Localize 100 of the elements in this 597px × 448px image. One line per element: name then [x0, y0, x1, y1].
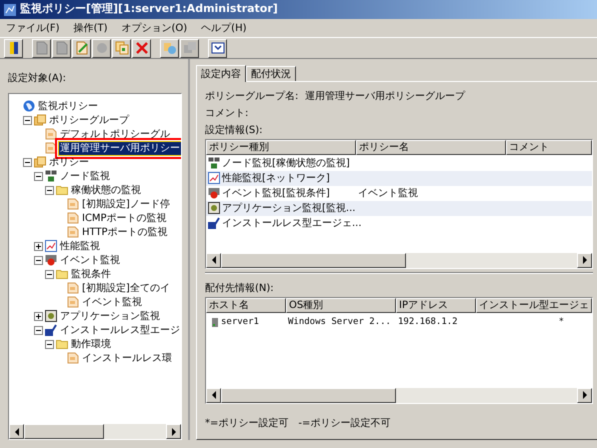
table-cell-text: イベント監視[監視条件]	[222, 186, 330, 201]
column-header[interactable]: コメント	[506, 140, 592, 155]
edit-pencil-icon	[74, 41, 88, 55]
stack-icon	[182, 41, 196, 55]
table-cell-text: ノード監視[稼働状態の監視]	[222, 156, 350, 171]
toolbar-button[interactable]	[208, 38, 227, 58]
document-icon	[67, 212, 79, 224]
horizontal-scrollbar[interactable]	[206, 252, 592, 268]
table-cell-text: アプリケーション監視[監視...	[222, 202, 356, 216]
document-icon	[67, 282, 79, 294]
toolbar-button[interactable]	[72, 38, 91, 58]
folder-icon	[56, 338, 68, 350]
collapse-icon[interactable]	[34, 256, 43, 264]
group-name-value: 運用管理サーバ用ポリシーグループ	[305, 90, 465, 104]
disc-icon	[94, 41, 108, 55]
tree-item[interactable]: ノード監視	[59, 170, 111, 182]
expand-icon[interactable]	[34, 312, 43, 320]
column-header[interactable]: ポリシー名	[356, 140, 506, 155]
table-cell-text: 192.168.1.2	[398, 316, 458, 329]
toolbar-button[interactable]	[132, 38, 151, 58]
document-icon	[45, 142, 57, 154]
menu-item[interactable]: ファイル(F)	[4, 20, 62, 36]
collapse-icon[interactable]	[23, 116, 32, 124]
folder-icon	[56, 268, 68, 280]
collapse-icon[interactable]	[45, 270, 54, 278]
tree-item[interactable]: 監視ポリシー	[37, 100, 99, 112]
policy-row[interactable]: 性能監視[ネットワーク]	[206, 170, 592, 186]
table-cell-text: *	[558, 316, 564, 329]
tree-item[interactable]: 運用管理サーバ用ポリシー	[59, 142, 181, 154]
legend-text: *=ポリシー設定可	[205, 416, 288, 431]
policy-row[interactable]: インストールレス型エージェ...	[206, 216, 592, 231]
server-icon	[212, 318, 218, 328]
group-name-label: ポリシーグループ名:	[205, 90, 300, 104]
tree-label: 設定対象(A):	[8, 72, 68, 86]
toolbar-button[interactable]	[160, 38, 179, 58]
settings-label: 設定情報(S):	[205, 124, 264, 138]
tree-item[interactable]: 動作環境	[70, 338, 112, 350]
tree-item[interactable]: HTTPポートの監視	[81, 226, 169, 238]
menu-item[interactable]: オプション(O)	[119, 20, 190, 36]
tree-item[interactable]: アプリケーション監視	[59, 310, 161, 322]
collapse-icon[interactable]	[34, 172, 43, 180]
tree-item[interactable]: デフォルトポリシーグル	[59, 128, 171, 140]
tree-item[interactable]: 稼働状態の監視	[70, 184, 142, 196]
tree-item[interactable]: インストールレス型エージ	[59, 324, 181, 336]
folder-group-icon	[34, 114, 46, 126]
delete-icon	[134, 41, 148, 55]
tree-item[interactable]: イベント監視	[59, 254, 121, 266]
tree-item[interactable]: ICMPポートの監視	[81, 212, 168, 224]
chart-icon	[45, 240, 57, 252]
tree-item[interactable]: 性能監視	[59, 240, 101, 252]
copy-icon	[114, 41, 128, 55]
column-header[interactable]: OS種別	[286, 298, 396, 313]
collapse-icon[interactable]	[45, 340, 54, 348]
tab[interactable]: 設定内容	[196, 65, 246, 82]
download-icon	[210, 41, 224, 55]
folder-icon	[56, 184, 68, 196]
policy-row[interactable]: アプリケーション監視[監視...	[206, 200, 592, 216]
tree-item[interactable]: ポリシー	[48, 156, 90, 168]
toolbar-button[interactable]	[112, 38, 131, 58]
table-cell-text: インストールレス型エージェ...	[222, 216, 362, 231]
document-icon	[54, 41, 68, 55]
tree-item[interactable]: インストールレス環	[81, 352, 173, 364]
tree-item[interactable]: 監視条件	[70, 268, 112, 280]
tree-item[interactable]: [初期設定]ノード停	[81, 198, 171, 210]
collapse-icon[interactable]	[23, 158, 32, 166]
chart-icon	[208, 172, 220, 184]
menu-item[interactable]: 操作(T)	[72, 20, 110, 36]
document-icon	[67, 352, 79, 364]
window-title: 監視ポリシー[管理][1:server1:Administrator]	[20, 1, 278, 18]
document-icon	[34, 41, 48, 55]
policy-row[interactable]: イベント監視[監視条件] イベント監視	[206, 186, 592, 201]
tree-item[interactable]: [初期設定]全てのイ	[81, 282, 171, 294]
collapse-icon[interactable]	[34, 326, 43, 334]
column-header[interactable]: IPアドレス	[396, 298, 476, 313]
toolbar-button[interactable]	[4, 38, 23, 58]
table-cell-text: Windows Server 2...	[288, 316, 391, 329]
computers-icon	[45, 170, 57, 182]
folder-group-icon	[34, 156, 46, 168]
column-header[interactable]: ポリシー種別	[206, 140, 356, 155]
expand-icon[interactable]	[34, 242, 43, 250]
menu-item[interactable]: ヘルプ(H)	[199, 20, 248, 36]
horizontal-scrollbar[interactable]	[9, 424, 181, 439]
app-icon	[3, 2, 17, 16]
legend-text: -=ポリシー設定不可	[298, 416, 390, 431]
table-cell-text: イベント監視	[357, 186, 419, 201]
comment-label: コメント:	[205, 106, 250, 121]
table-cell-text: 性能監視[ネットワーク]	[222, 172, 330, 186]
tree-item[interactable]: イベント監視	[81, 296, 143, 308]
column-header[interactable]: ホスト名	[206, 298, 286, 313]
horizontal-scrollbar[interactable]	[206, 388, 592, 403]
document-icon	[67, 226, 79, 238]
column-header[interactable]: インストール型エージェ	[476, 298, 592, 313]
globe-icon	[23, 100, 35, 112]
tab[interactable]: 配付状況	[246, 66, 296, 81]
collapse-icon[interactable]	[45, 186, 54, 194]
document-icon	[67, 296, 79, 308]
tree-item[interactable]: ポリシーグループ	[48, 114, 130, 126]
targets-label: 配付先情報(N):	[205, 282, 275, 296]
table-cell-text: server1	[221, 316, 259, 329]
document-icon	[45, 128, 57, 140]
